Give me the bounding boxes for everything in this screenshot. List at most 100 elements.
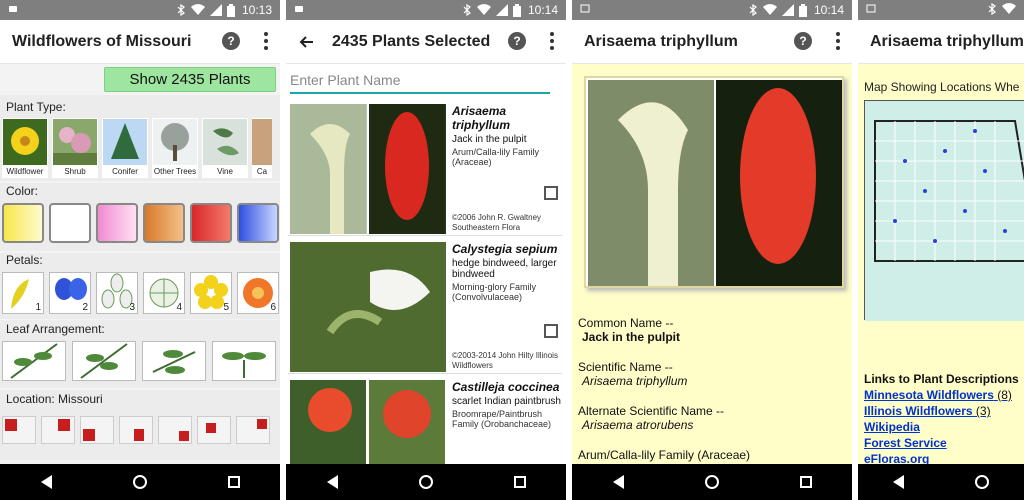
select-checkbox[interactable]: [544, 324, 558, 338]
list-item[interactable]: Calystegia sepium hedge bindweed, larger…: [288, 240, 562, 374]
app-bar: Arisaema triphyllum: [858, 20, 1024, 64]
back-arrow-icon[interactable]: [298, 34, 314, 50]
petals-3[interactable]: 3: [96, 272, 138, 314]
bluetooth-icon: [177, 4, 185, 16]
home-icon[interactable]: [704, 475, 719, 489]
common-name-label: Common Name --: [578, 316, 674, 330]
color-white[interactable]: [49, 203, 91, 243]
show-plants-button[interactable]: Show 2435 Plants: [104, 67, 276, 92]
location-label: Location: Missouri: [6, 392, 103, 406]
map-region-5[interactable]: [158, 416, 192, 444]
color-yellow[interactable]: [2, 203, 44, 243]
map-region-7[interactable]: [236, 416, 270, 444]
more-options-icon[interactable]: [264, 32, 268, 50]
leaf-basal[interactable]: [212, 341, 276, 381]
android-icon: [9, 6, 17, 12]
map-caption: Map Showing Locations Whe: [864, 80, 1020, 94]
plant-photo[interactable]: [584, 76, 844, 288]
leaf-opposite[interactable]: [72, 341, 136, 381]
page-title: 2435 Plants Selected: [332, 32, 491, 50]
screen-filters: 10:13 Wildflowers of Missouri ? Show 243…: [0, 0, 280, 500]
home-icon[interactable]: [418, 475, 433, 489]
link-wikipedia[interactable]: Wikipedia: [864, 420, 920, 434]
link-illinois-wildflowers[interactable]: Illinois Wildflowers (3): [864, 404, 991, 418]
petals-5[interactable]: 5: [190, 272, 232, 314]
list-item[interactable]: Arisaema triphyllum Jack in the pulpit A…: [288, 102, 562, 236]
petals-label: Petals:: [6, 253, 43, 267]
plant-list: Enter Plant Name Arisaema triphyllum Jac…: [286, 64, 566, 464]
leaf-arrangement-options: [2, 341, 276, 381]
map-region-1[interactable]: [2, 416, 36, 444]
wifi-icon: [1002, 3, 1016, 15]
android-nav-bar: [858, 464, 1024, 500]
more-options-icon[interactable]: [836, 32, 840, 50]
list-item[interactable]: Castilleja coccinea scarlet Indian paint…: [288, 378, 562, 464]
home-icon[interactable]: [974, 475, 989, 489]
status-bar: [858, 0, 1024, 20]
android-icon: [295, 6, 303, 12]
map-region-4[interactable]: [119, 416, 153, 444]
signal-icon: [495, 4, 508, 16]
alternate-name-value: Arisaema atrorubens: [582, 418, 694, 432]
help-icon[interactable]: ?: [222, 32, 240, 50]
back-icon[interactable]: [893, 475, 905, 489]
screen-plant-map: Arisaema triphyllum Map Showing Location…: [858, 0, 1024, 500]
android-nav-bar: [286, 464, 566, 500]
scientific-name: Arisaema triphyllum: [452, 104, 511, 132]
petals-2[interactable]: 2: [49, 272, 91, 314]
color-red[interactable]: [190, 203, 232, 243]
color-pink[interactable]: [96, 203, 138, 243]
plant-type-label: Plant Type:: [6, 100, 66, 114]
links-heading: Links to Plant Descriptions: [864, 372, 1019, 386]
page-title: Arisaema triphyllum: [870, 32, 1024, 50]
home-icon[interactable]: [132, 475, 147, 489]
back-icon[interactable]: [612, 475, 624, 489]
wifi-icon: [190, 4, 205, 16]
recents-icon[interactable]: [513, 476, 526, 488]
help-icon[interactable]: ?: [794, 32, 812, 50]
color-orange[interactable]: [143, 203, 185, 243]
link-forest-service[interactable]: Forest Service: [864, 436, 947, 450]
petals-4[interactable]: 4: [143, 272, 185, 314]
plant-detail: Common Name -- Jack in the pulpit Scient…: [572, 64, 852, 464]
color-blue[interactable]: [237, 203, 279, 243]
plant-type-conifer[interactable]: Conifer: [102, 118, 148, 178]
map-region-3[interactable]: [80, 416, 114, 444]
color-label: Color:: [6, 184, 39, 198]
plant-type-cactus[interactable]: Ca: [252, 118, 272, 178]
map-region-2[interactable]: [41, 416, 75, 444]
leaf-alternate[interactable]: [2, 341, 66, 381]
help-icon[interactable]: ?: [508, 32, 526, 50]
petals-6[interactable]: 6: [237, 272, 279, 314]
plant-type-other-trees[interactable]: Other Trees: [152, 118, 198, 178]
select-checkbox[interactable]: [544, 186, 558, 200]
app-bar: Arisaema triphyllum ?: [572, 20, 852, 64]
back-icon[interactable]: [326, 475, 338, 489]
plant-type-shrub[interactable]: Shrub: [52, 118, 98, 178]
link-minnesota-wildflowers[interactable]: Minnesota Wildflowers (8): [864, 388, 1012, 402]
wifi-icon: [762, 4, 777, 16]
plant-type-vine[interactable]: Vine: [202, 118, 248, 178]
petals-1[interactable]: 1: [2, 272, 44, 314]
photo-credit: ©2003-2014 John Hilty Illinois Wildflowe…: [452, 351, 558, 370]
android-nav-bar: [0, 464, 280, 500]
status-bar: 10:14: [286, 0, 566, 20]
plant-type-wildflower[interactable]: Wildflower: [2, 118, 48, 178]
map-region-6[interactable]: [197, 416, 231, 444]
leaf-whorled[interactable]: [142, 341, 206, 381]
android-nav-bar: [572, 464, 852, 500]
more-options-icon[interactable]: [550, 32, 554, 50]
family-name: Morning-glory Family (Convolvulaceae): [452, 282, 537, 302]
common-name: scarlet Indian paintbrush: [452, 396, 561, 407]
back-icon[interactable]: [40, 475, 52, 489]
link-efloras[interactable]: eFloras.org: [864, 452, 929, 464]
plant-name-search-input[interactable]: Enter Plant Name: [290, 70, 550, 94]
recents-icon[interactable]: [799, 476, 812, 488]
app-bar: 2435 Plants Selected ?: [286, 20, 566, 64]
distribution-map[interactable]: [864, 100, 1024, 321]
petal-options: 1 2 3 4 5 6: [2, 272, 279, 314]
scientific-name-value: Arisaema triphyllum: [582, 374, 688, 388]
recents-icon[interactable]: [227, 476, 240, 488]
common-name-value: Jack in the pulpit: [582, 330, 681, 344]
app-bar: Wildflowers of Missouri ?: [0, 20, 280, 64]
